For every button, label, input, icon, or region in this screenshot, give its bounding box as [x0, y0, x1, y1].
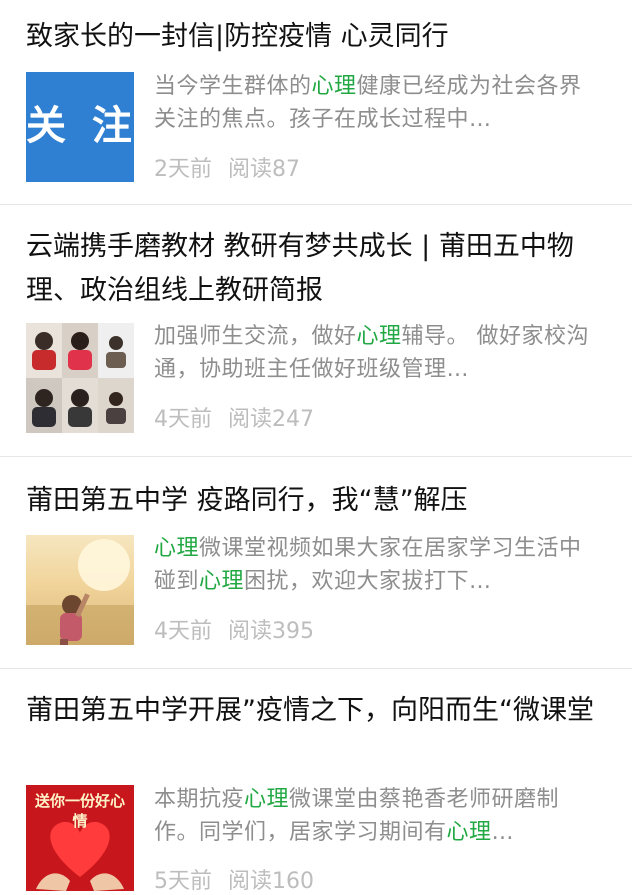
article-snippet: 心理微课堂视频如果大家在居家学习生活中碰到心理困扰，欢迎大家拔打下… — [154, 532, 604, 598]
article-reads: 阅读247 — [228, 407, 314, 432]
snippet-text: … — [491, 820, 515, 845]
snippet-highlight: 心理 — [154, 536, 200, 561]
article-meta: 4天前 阅读247 — [154, 401, 314, 433]
article-item[interactable]: 莆田第五中学 疫路同行，我“慧”解压 心理微课堂视频如果大家在居家学习生活中碰到… — [0, 457, 632, 667]
snippet-text: 当今学生群体的 — [154, 74, 312, 99]
article-meta: 2天前 阅读87 — [154, 151, 300, 183]
article-age: 2天前 — [154, 157, 212, 182]
snippet-highlight: 心理 — [356, 324, 402, 349]
article-age: 4天前 — [154, 407, 212, 432]
snippet-highlight: 心理 — [311, 74, 357, 99]
article-meta: 4天前 阅读395 — [154, 613, 314, 645]
article-thumbnail[interactable]: 送你一份好心情 — [26, 785, 134, 891]
article-title[interactable]: 致家长的一封信|防控疫情 心灵同行 — [26, 15, 606, 59]
article-reads: 阅读395 — [228, 619, 314, 644]
article-snippet: 加强师生交流，做好心理辅导。 做好家校沟通，协助班主任做好班级管理… — [154, 320, 604, 386]
article-reads: 阅读87 — [228, 157, 300, 182]
snippet-text: 困扰，欢迎大家拔打下… — [244, 569, 492, 594]
article-item[interactable]: 致家长的一封信|防控疫情 心灵同行 关 注 当今学生群体的心理健康已经成为社会各… — [0, 0, 632, 204]
thumbnail-caption: 送你一份好心情 — [34, 792, 125, 830]
snippet-highlight: 心理 — [199, 569, 245, 594]
article-meta: 5天前 阅读160 — [154, 863, 314, 895]
article-age: 4天前 — [154, 619, 212, 644]
article-item[interactable]: 莆田第五中学开展”疫情之下，向阳而生“微课堂 送你一份好心情 本期抗疫心理微课堂… — [0, 669, 632, 894]
article-title[interactable]: 莆田第五中学 疫路同行，我“慧”解压 — [26, 479, 606, 523]
article-item[interactable]: 云端携手磨教材 教研有梦共成长 | 莆田五中物理、政治组线上教研简报 加强师生交… — [0, 205, 632, 455]
snippet-text: 本期抗疫 — [154, 787, 245, 812]
article-thumbnail[interactable]: 关 注 — [26, 72, 134, 182]
snippet-text: 加强师生交流，做好 — [154, 324, 357, 349]
article-title[interactable]: 云端携手磨教材 教研有梦共成长 | 莆田五中物理、政治组线上教研简报 — [26, 225, 606, 313]
snippet-highlight: 心理 — [446, 820, 492, 845]
article-age: 5天前 — [154, 869, 212, 894]
snippet-highlight: 心理 — [244, 787, 290, 812]
thumbnail-caption: 关 注 — [26, 103, 134, 149]
video-call-grid-image — [26, 323, 134, 433]
sunlight-child-image — [26, 539, 134, 645]
article-thumbnail[interactable] — [26, 535, 134, 645]
article-title[interactable]: 莆田第五中学开展”疫情之下，向阳而生“微课堂 — [26, 689, 606, 733]
article-snippet: 本期抗疫心理微课堂由蔡艳香老师研磨制作。同学们，居家学习期间有心理… — [154, 783, 604, 849]
article-thumbnail[interactable] — [26, 323, 134, 433]
article-snippet: 当今学生群体的心理健康已经成为社会各界关注的焦点。孩子在成长过程中… — [154, 70, 604, 136]
article-reads: 阅读160 — [228, 869, 314, 894]
